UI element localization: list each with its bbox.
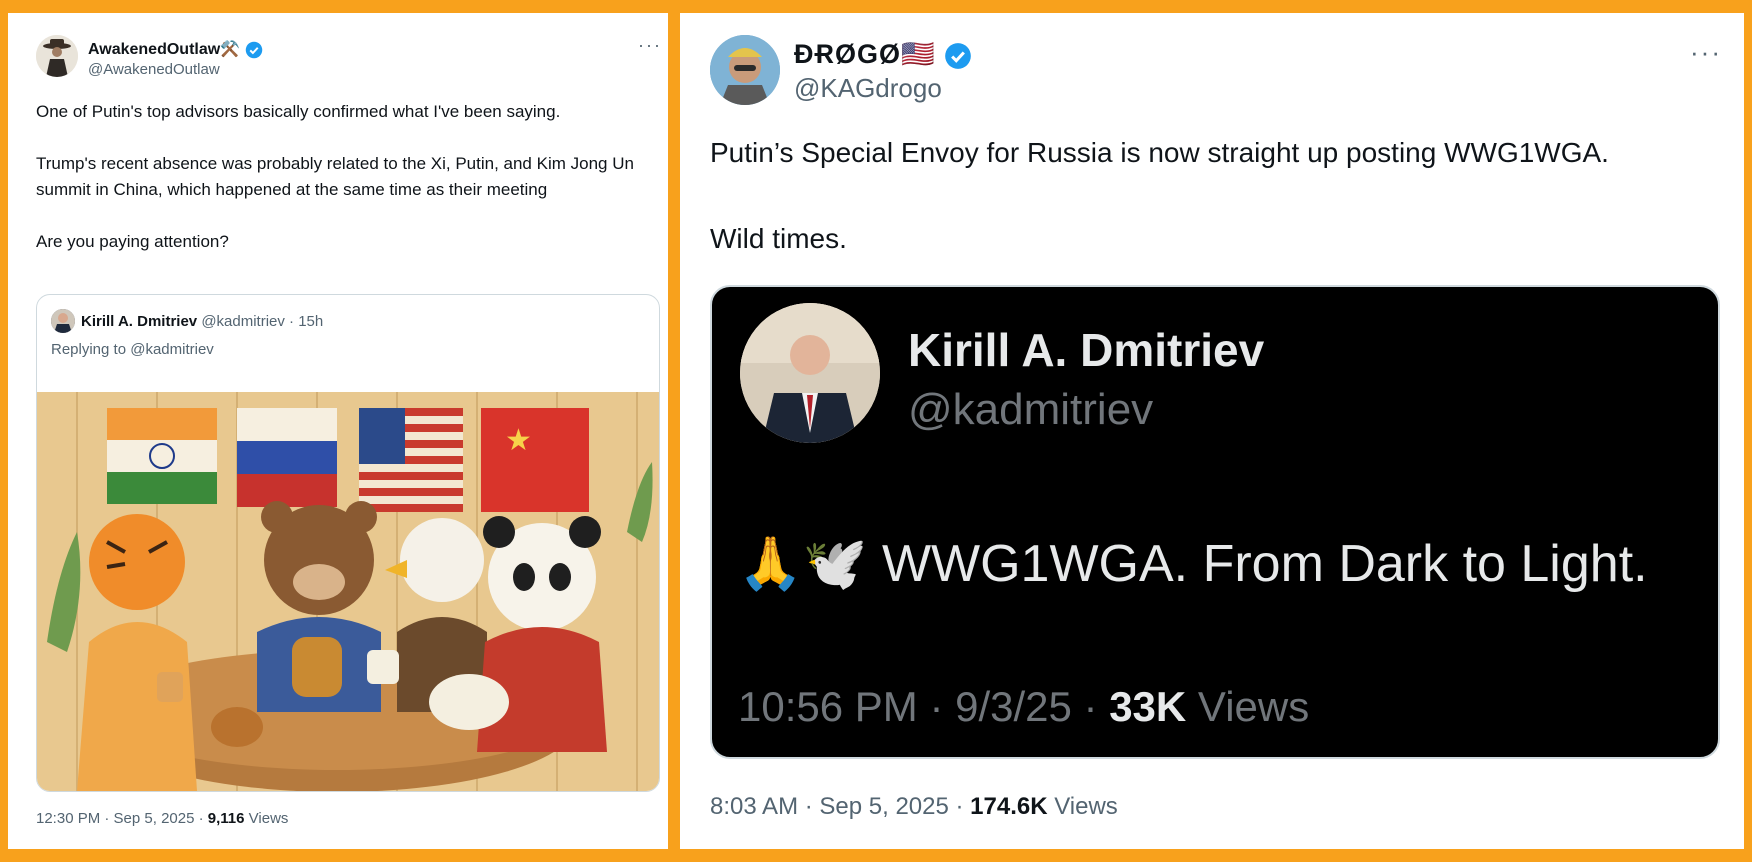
right-tweet: ÐɌØGØ🇺🇸 @KAGdrogo ··· Putin’s Special En… [680,13,1744,849]
cartoon-illustration[interactable]: ★ [37,392,659,791]
tweet-paragraph: Are you paying attention? [36,232,229,251]
tweet-text: One of Putin's top advisors basically co… [36,99,636,281]
embedded-author-handle: @kadmitriev [908,385,1154,434]
china-flag: ★ [481,408,589,512]
embedded-author-name: Kirill A. Dmitriev [908,324,1265,376]
india-flag [107,408,217,504]
embedded-tweet-meta: 10:56 PM · 9/3/25 · 33K Views [738,683,1310,730]
author-handle[interactable]: @KAGdrogo [794,73,942,104]
timestamp[interactable]: 8:03 AM · Sep 5, 2025 · [710,793,970,820]
author-name[interactable]: ÐɌØGØ🇺🇸 [794,38,972,70]
tweet-text: Putin’s Special Envoy for Russia is now … [710,133,1710,305]
usa-flag [359,408,463,512]
russia-flag [237,408,337,507]
author-avatar[interactable] [710,35,780,105]
quoted-avatar [51,309,75,333]
tweet-meta: 8:03 AM · Sep 5, 2025 · 174.6K Views [710,793,1118,820]
verified-badge-icon [945,43,971,69]
tweet-meta: 12:30 PM · Sep 5, 2025 · 9,116 Views [36,810,289,827]
more-options-icon[interactable]: ··· [638,35,662,56]
views-count: 9,116 [207,810,245,827]
tweet-paragraph: One of Putin's top advisors basically co… [36,102,561,121]
verified-badge-icon [245,41,262,59]
author-handle[interactable]: @AwakenedOutlaw [88,61,220,78]
embedded-tweet-text: 🙏🕊️ WWG1WGA. From Dark to Light. [738,535,1648,593]
tweet-paragraph: Putin’s Special Envoy for Russia is now … [710,137,1609,168]
replying-to[interactable]: Replying to @kadmitriev [51,341,214,358]
svg-text:★: ★ [505,423,532,458]
author-name[interactable]: AwakenedOutlaw⚒️ [88,39,263,59]
tweet-paragraph: Trump's recent absence was probably rela… [36,154,634,199]
timestamp[interactable]: 12:30 PM · Sep 5, 2025 · [36,810,208,827]
views-count: 174.6K [970,793,1048,820]
embedded-screenshot[interactable]: Kirill A. Dmitriev @kadmitriev 🙏🕊️ WWG1W… [710,285,1720,759]
embedded-avatar [740,303,880,443]
author-avatar[interactable] [36,35,78,77]
more-options-icon[interactable]: ··· [1690,37,1722,68]
left-tweet: AwakenedOutlaw⚒️ @AwakenedOutlaw ··· One… [8,13,668,849]
quoted-author[interactable]: Kirill A. Dmitriev @kadmitriev · 15h [81,313,323,330]
tweet-paragraph: Wild times. [710,223,847,254]
quoted-tweet[interactable]: Kirill A. Dmitriev @kadmitriev · 15h Rep… [36,294,660,792]
